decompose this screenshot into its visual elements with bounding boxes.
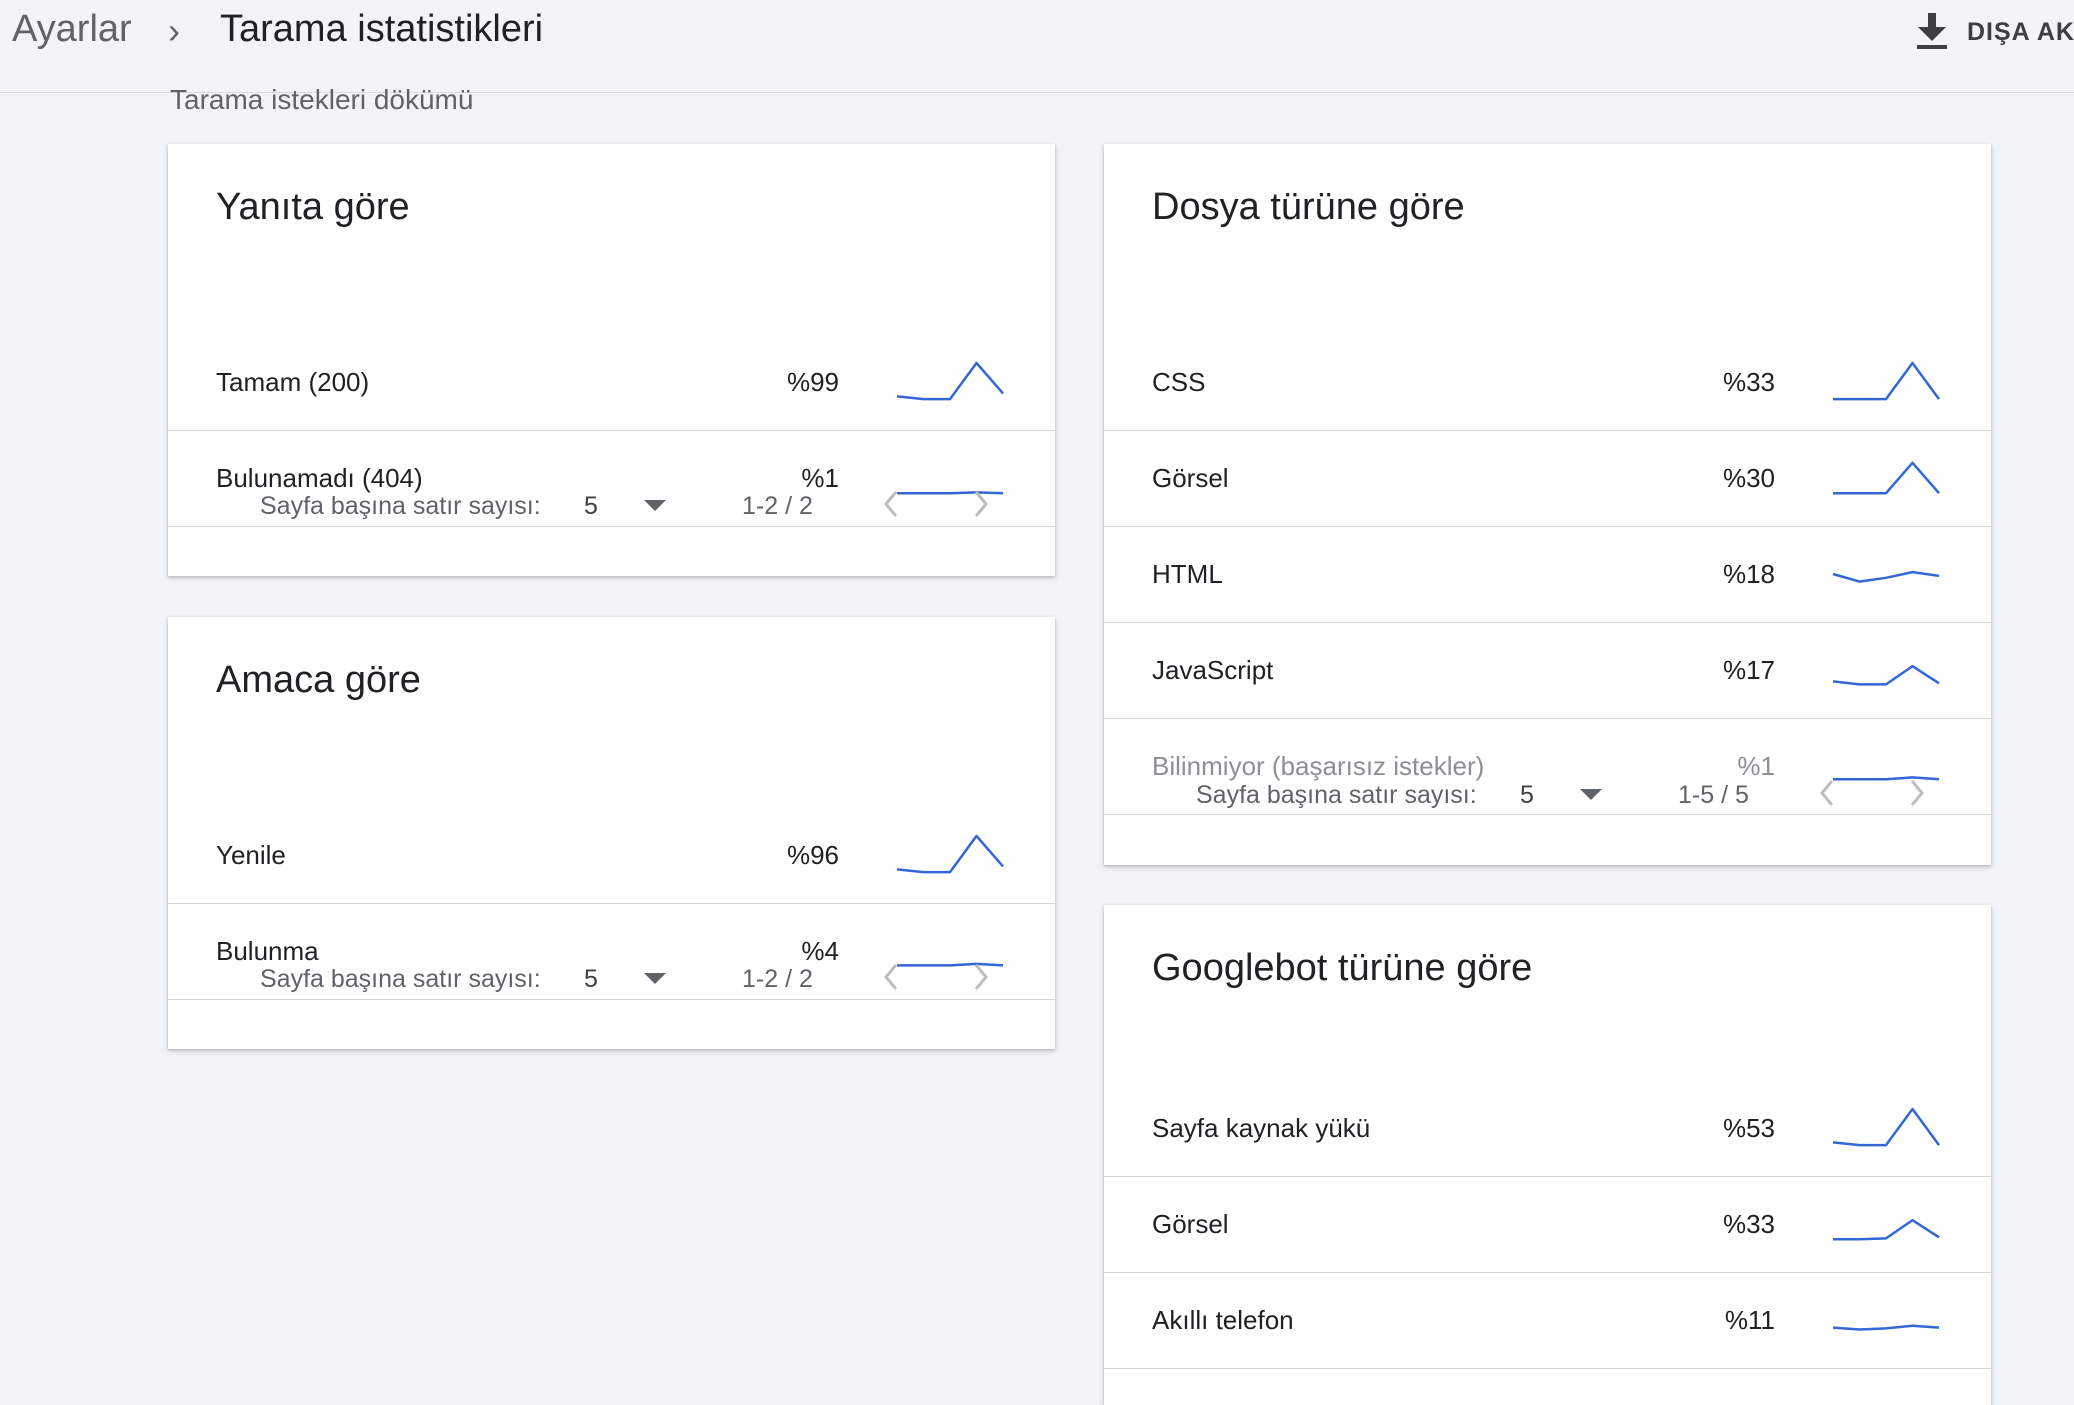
table-row[interactable]: Akıllı telefon %11 [1104,1272,1991,1369]
card-by-response: Yanıta göre Tamam (200)%99Bulunamadı (40… [168,144,1055,576]
row-percentage: %96 [787,840,839,871]
sparkline-path [1833,666,1939,684]
table-pagination: Sayfa başına satır sayısı: 5 1-2 / 2 [168,452,1055,564]
row-label: Akıllı telefon [1152,1305,1294,1336]
table-row[interactable]: Görsel %33 [1104,1176,1991,1273]
sparkline-path [1833,463,1939,493]
row-percentage: %17 [1723,655,1775,686]
card-title: Googlebot türüne göre [1152,947,1532,990]
row-percentage: %53 [1723,1113,1775,1144]
row-percentage: %99 [787,367,839,398]
chevron-right-icon[interactable] [960,482,1000,526]
rows-per-page-label: Sayfa başına satır sayısı: [260,492,541,521]
export-label: DIŞA AKTAR [1967,18,2074,47]
sparkline-path [1833,1109,1939,1145]
dropdown-arrow-icon[interactable] [644,500,666,511]
sparkline-path [1833,572,1939,582]
trend-sparkline [1831,359,1941,405]
sparkline-path [1833,1220,1939,1239]
pagination-range: 1-2 / 2 [742,965,813,994]
table-row[interactable]: Sayfa kaynak yükü %53 [1104,1080,1991,1177]
table-row[interactable]: HTML %18 [1104,526,1991,623]
trend-sparkline [1831,1105,1941,1151]
trend-sparkline [1831,647,1941,693]
table-row[interactable]: CSS %33 [1104,334,1991,431]
sparkline-path [897,836,1003,872]
trend-sparkline [1831,1393,1941,1405]
table-row[interactable]: Yenile %96 [168,807,1055,904]
table-row[interactable]: Masaüstü %4 [1104,1368,1991,1405]
sparkline-path [1833,1326,1939,1330]
row-label: Sayfa kaynak yükü [1152,1113,1370,1144]
download-icon [1915,13,1949,51]
page-header: Ayarlar › Tarama istatistikleri DIŞA AKT… [0,0,2074,93]
rows-per-page-select[interactable]: 5 [584,965,598,994]
chevron-right-icon[interactable] [960,955,1000,999]
row-percentage: %33 [1723,1209,1775,1240]
card-by-file-type: Dosya türüne göre CSS %33 Görsel %30 HTML %18… [1104,144,1991,865]
trend-sparkline [895,359,1005,405]
card-by-googlebot-type: Googlebot türüne göre Sayfa kaynak yükü%… [1104,905,1991,1405]
table-pagination: Sayfa başına satır sayısı: 5 1-2 / 2 [168,925,1055,1037]
chevron-left-icon[interactable] [872,482,912,526]
sparkline-path [897,363,1003,399]
row-label: CSS [1152,367,1205,398]
trend-sparkline [1831,1201,1941,1247]
row-label: Görsel [1152,463,1229,494]
card-title: Amaca göre [216,659,421,702]
section-label: Tarama istekleri dökümü [170,84,473,116]
rows-per-page-label: Sayfa başına satır sayısı: [260,965,541,994]
card-by-purpose: Amaca göre Yenile%96Bulunma%4 Sayfa başı… [168,617,1055,1049]
trend-sparkline [895,832,1005,878]
row-label: Görsel [1152,1209,1229,1240]
rows-per-page-label: Sayfa başına satır sayısı: [1196,781,1477,810]
table-row[interactable]: JavaScript %17 [1104,622,1991,719]
dropdown-arrow-icon[interactable] [644,973,666,984]
table-row[interactable]: Görsel %30 [1104,430,1991,527]
card-title: Yanıta göre [216,186,410,229]
row-percentage: %18 [1723,559,1775,590]
table-pagination: Sayfa başına satır sayısı: 5 1-5 / 5 [1104,741,1991,853]
rows-per-page-select[interactable]: 5 [1520,781,1534,810]
chevron-right-icon: › [168,10,180,52]
chevron-right-icon[interactable] [1896,771,1936,815]
row-label: Tamam (200) [216,367,369,398]
table-row[interactable]: Tamam (200) %99 [168,334,1055,431]
trend-sparkline [1831,1297,1941,1343]
row-label: JavaScript [1152,655,1273,686]
row-percentage: %33 [1723,367,1775,398]
pagination-range: 1-2 / 2 [742,492,813,521]
sparkline-path [1833,363,1939,399]
dropdown-arrow-icon[interactable] [1580,789,1602,800]
row-percentage: %4 [1737,1401,1775,1405]
chevron-left-icon[interactable] [1808,771,1848,815]
row-label: Masaüstü [1152,1401,1265,1405]
row-label: Yenile [216,840,286,871]
row-percentage: %11 [1725,1305,1775,1336]
row-percentage: %30 [1723,463,1775,494]
row-label: HTML [1152,559,1223,590]
breadcrumb-settings-link[interactable]: Ayarlar [12,8,132,51]
trend-sparkline [1831,455,1941,501]
rows-per-page-select[interactable]: 5 [584,492,598,521]
card-title: Dosya türüne göre [1152,186,1465,229]
pagination-range: 1-5 / 5 [1678,781,1749,810]
chevron-left-icon[interactable] [872,955,912,999]
trend-sparkline [1831,551,1941,597]
export-button[interactable]: DIŞA AKTAR [1915,10,2074,54]
page-title: Tarama istatistikleri [220,8,543,51]
